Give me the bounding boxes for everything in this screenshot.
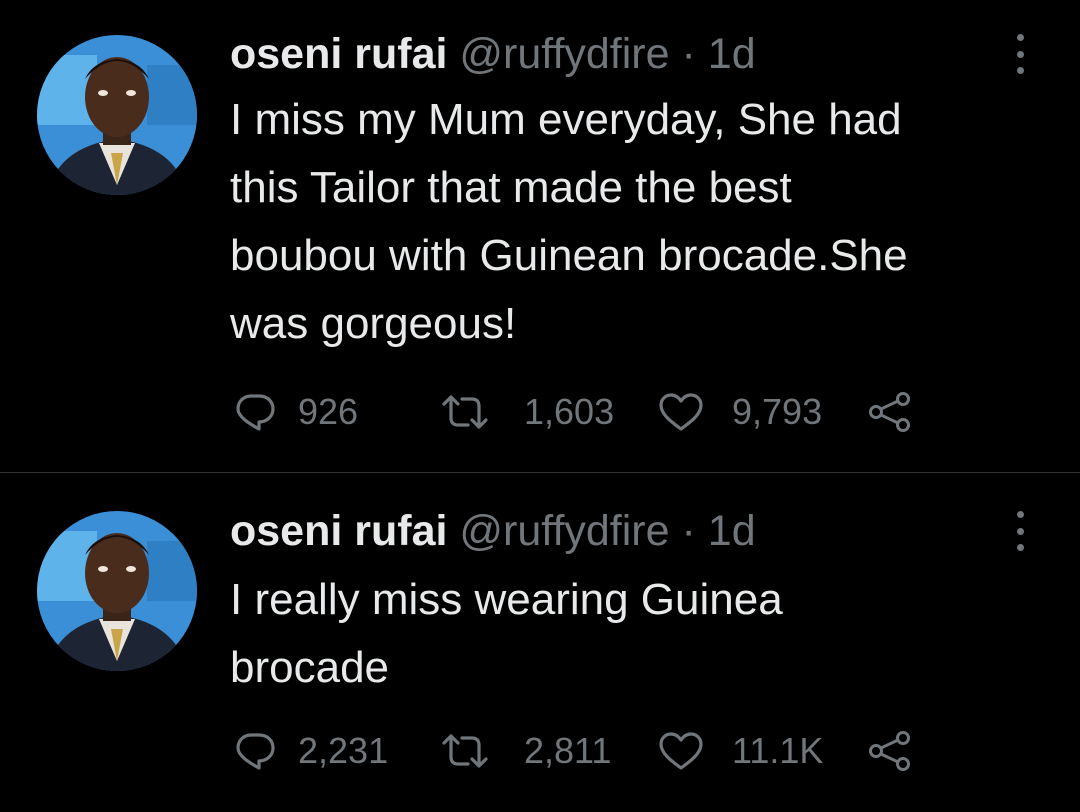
avatar[interactable] (37, 35, 197, 195)
reply-count: 926 (298, 391, 359, 432)
reply-count: 2,231 (298, 730, 389, 771)
heart-icon (659, 732, 703, 770)
like-button[interactable]: 9,793 (658, 392, 822, 432)
tweet[interactable]: oseni rufai @ruffydfire · 1d I miss my M… (0, 0, 1080, 472)
tweet-text-line: boubou with Guinean brocade.She (230, 231, 908, 280)
retweet-count: 1,603 (524, 391, 615, 432)
tweet[interactable]: oseni rufai @ruffydfire · 1d I really mi… (0, 473, 1080, 812)
author-handle[interactable]: @ruffydfire (459, 30, 669, 78)
reply-button[interactable]: 2,231 (234, 731, 388, 771)
share-button[interactable] (868, 731, 912, 771)
like-count: 11.1K (732, 730, 824, 771)
tweet-text: I miss my Mum everyday, She had this Tai… (230, 86, 1050, 358)
tweet-text: I really miss wearing Guinea brocade (230, 566, 1050, 702)
separator: · (681, 30, 696, 78)
separator: · (681, 507, 696, 555)
retweet-button[interactable]: 2,811 (440, 731, 611, 771)
reply-button[interactable]: 926 (234, 392, 358, 432)
retweet-icon (442, 734, 488, 768)
avatar[interactable] (37, 511, 197, 671)
like-button[interactable]: 11.1K (658, 731, 823, 771)
timestamp[interactable]: 1d (708, 507, 756, 555)
tweet-text-line: I miss my Mum everyday, She had (230, 95, 902, 144)
tweet-header: oseni rufai @ruffydfire · 1d (230, 506, 756, 556)
tweet-text-line: I really miss wearing Guinea (230, 575, 783, 624)
reply-icon (236, 394, 275, 431)
heart-icon (659, 393, 703, 431)
share-icon (869, 392, 910, 432)
reply-icon (236, 733, 275, 770)
tweet-text-line: was gorgeous! (230, 299, 517, 348)
timestamp[interactable]: 1d (708, 30, 756, 78)
retweet-button[interactable]: 1,603 (440, 392, 614, 432)
retweet-icon (442, 395, 488, 429)
more-options-icon[interactable] (1008, 511, 1032, 551)
share-icon (869, 731, 910, 771)
like-count: 9,793 (732, 391, 823, 432)
tweet-text-line: brocade (230, 643, 390, 692)
share-button[interactable] (868, 392, 912, 432)
author-name[interactable]: oseni rufai (230, 507, 447, 555)
tweet-text-line: this Tailor that made the best (230, 163, 792, 212)
more-options-icon[interactable] (1008, 34, 1032, 74)
tweet-actions: 2,231 2,811 11.1K (234, 731, 934, 771)
author-name[interactable]: oseni rufai (230, 30, 447, 78)
author-handle[interactable]: @ruffydfire (459, 507, 669, 555)
retweet-count: 2,811 (524, 730, 612, 771)
tweet-header: oseni rufai @ruffydfire · 1d (230, 29, 756, 79)
tweet-actions: 926 1,603 9,793 (234, 392, 934, 432)
